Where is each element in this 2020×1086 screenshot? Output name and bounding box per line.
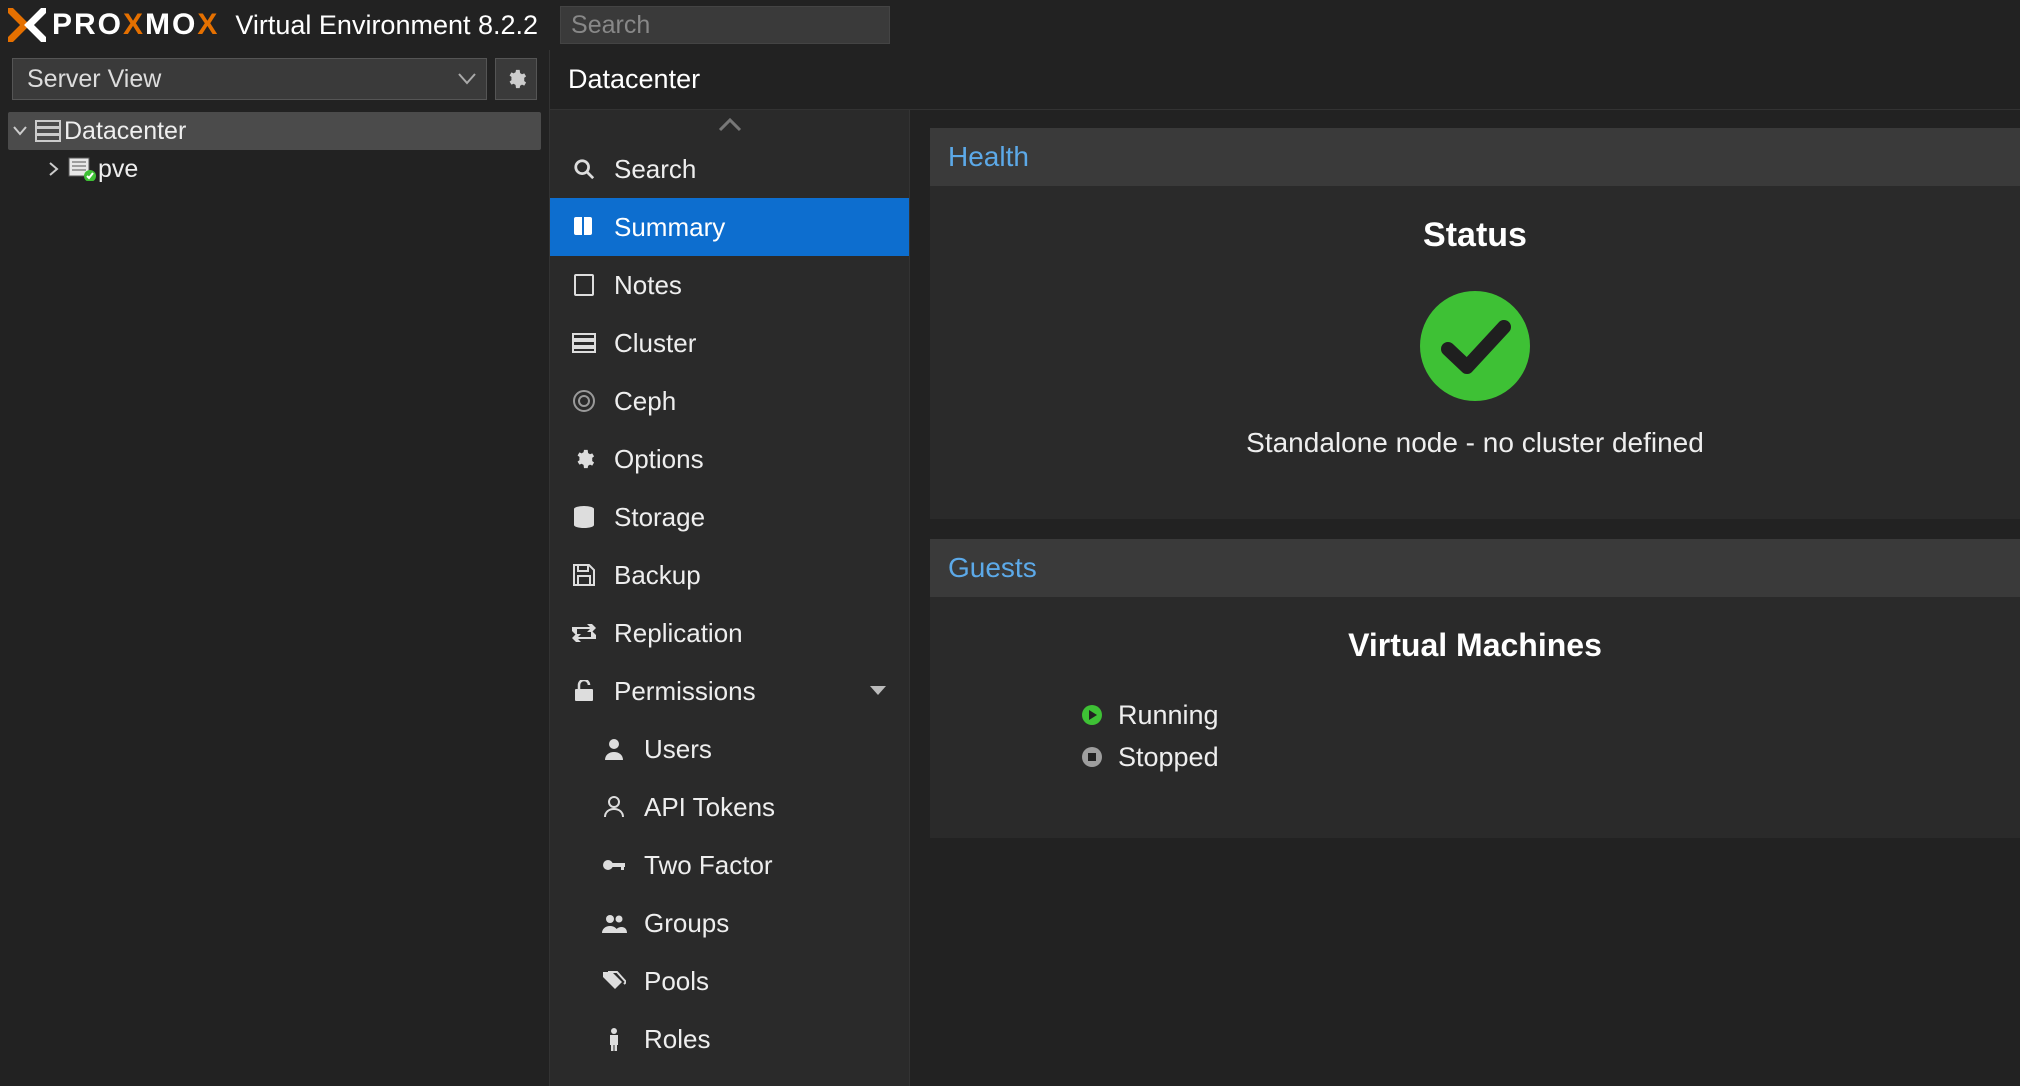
note-icon	[570, 274, 598, 296]
logo-wordmark: PROXMOX	[52, 8, 219, 42]
users-icon	[600, 913, 628, 933]
tags-icon	[600, 971, 628, 991]
chevron-right-icon	[42, 162, 66, 176]
health-panel: Health Status Standalone node - no clust…	[930, 128, 2020, 519]
search-icon	[570, 158, 598, 180]
tree-item-datacenter[interactable]: Datacenter	[8, 112, 541, 150]
gear-icon	[570, 448, 598, 470]
nav-label: Storage	[614, 502, 705, 533]
nav-label: API Tokens	[644, 792, 775, 823]
unlock-icon	[570, 680, 598, 702]
nav-item-options[interactable]: Options	[550, 430, 909, 488]
male-icon	[600, 1027, 628, 1051]
stop-icon	[1080, 746, 1104, 768]
chevron-down-icon	[869, 685, 887, 697]
page-title: Datacenter	[568, 64, 700, 95]
nav-item-search[interactable]: Search	[550, 140, 909, 198]
tree-item-label: Datacenter	[64, 117, 186, 146]
summary-panels: Health Status Standalone node - no clust…	[910, 110, 2020, 1086]
nav-label: Cluster	[614, 328, 696, 359]
search-input[interactable]	[560, 6, 890, 44]
nav-label: Two Factor	[644, 850, 773, 881]
user-icon	[600, 738, 628, 760]
nav-item-backup[interactable]: Backup	[550, 546, 909, 604]
resource-tree-panel: Server View D	[0, 50, 549, 1086]
node-online-icon	[66, 157, 98, 181]
vm-status-row-running: Running	[1080, 694, 2000, 736]
gear-icon	[505, 68, 527, 90]
user-o-icon	[600, 796, 628, 818]
product-version-label: Virtual Environment 8.2.2	[235, 10, 538, 41]
app-header: PROXMOX Virtual Environment 8.2.2	[0, 0, 2020, 50]
nav-label: Groups	[644, 908, 729, 939]
server-icon	[570, 333, 598, 353]
nav-label: Permissions	[614, 676, 756, 707]
proxmox-logo: PROXMOX	[8, 8, 219, 42]
nav-label: Pools	[644, 966, 709, 997]
nav-item-permissions[interactable]: Permissions	[550, 662, 909, 720]
nav-item-ceph[interactable]: Ceph	[550, 372, 909, 430]
nav-item-api-tokens[interactable]: API Tokens	[550, 778, 909, 836]
nav-collapse-handle[interactable]	[550, 110, 909, 140]
nav-label: Replication	[614, 618, 743, 649]
status-heading: Status	[950, 216, 2000, 255]
database-icon	[570, 505, 598, 529]
global-search[interactable]	[560, 6, 890, 44]
vm-status-label: Stopped	[1118, 742, 1219, 773]
status-message: Standalone node - no cluster defined	[950, 427, 2000, 459]
key-icon	[600, 858, 628, 872]
nav-label: Notes	[614, 270, 682, 301]
nav-item-replication[interactable]: Replication	[550, 604, 909, 662]
chevron-down-icon	[458, 73, 476, 85]
vm-status-row-stopped: Stopped	[1080, 736, 2000, 778]
nav-item-notes[interactable]: Notes	[550, 256, 909, 314]
tree-item-node-pve[interactable]: pve	[8, 150, 541, 188]
nav-label: Options	[614, 444, 704, 475]
nav-item-roles[interactable]: Roles	[550, 1010, 909, 1068]
chevron-down-icon	[8, 126, 32, 136]
book-icon	[570, 217, 598, 237]
status-ok-icon	[1420, 291, 1530, 401]
nav-item-two-factor[interactable]: Two Factor	[550, 836, 909, 894]
section-nav: Search Summary Notes	[550, 110, 910, 1086]
breadcrumb: Datacenter	[550, 50, 2020, 110]
nav-item-users[interactable]: Users	[550, 720, 909, 778]
vm-status-label: Running	[1118, 700, 1219, 731]
nav-item-storage[interactable]: Storage	[550, 488, 909, 546]
nav-label: Users	[644, 734, 712, 765]
nav-item-summary[interactable]: Summary	[550, 198, 909, 256]
nav-label: Backup	[614, 560, 701, 591]
save-icon	[570, 564, 598, 586]
nav-item-groups[interactable]: Groups	[550, 894, 909, 952]
play-icon	[1080, 704, 1104, 726]
nav-item-cluster[interactable]: Cluster	[550, 314, 909, 372]
vm-heading: Virtual Machines	[950, 627, 2000, 664]
panel-title: Guests	[930, 539, 2020, 597]
nav-label: Search	[614, 154, 696, 185]
view-mode-label: Server View	[27, 65, 161, 94]
view-mode-select[interactable]: Server View	[12, 58, 487, 100]
tree-settings-button[interactable]	[495, 58, 537, 100]
nav-label: Summary	[614, 212, 725, 243]
datacenter-icon	[32, 120, 64, 142]
chevron-up-icon	[718, 118, 742, 132]
guests-panel: Guests Virtual Machines Running	[930, 539, 2020, 838]
nav-label: Roles	[644, 1024, 710, 1055]
nav-item-pools[interactable]: Pools	[550, 952, 909, 1010]
nav-label: Ceph	[614, 386, 676, 417]
ceph-icon	[570, 389, 598, 413]
panel-title: Health	[930, 128, 2020, 186]
tree-item-label: pve	[98, 155, 138, 184]
retweet-icon	[570, 624, 598, 642]
logo-x-icon	[8, 8, 46, 42]
